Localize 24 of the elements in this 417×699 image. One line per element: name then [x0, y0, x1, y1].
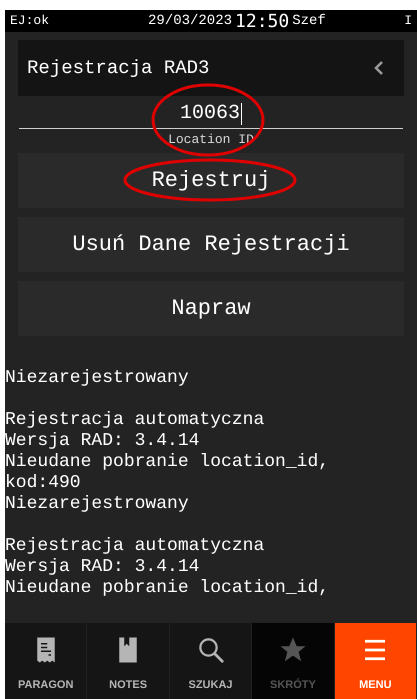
action-button[interactable]: Napraw: [18, 280, 404, 336]
nav-tab[interactable]: PARAGON: [5, 623, 88, 699]
log-line: Nieudane pobranie location_id,: [5, 578, 330, 598]
nav-tab[interactable]: NOTES: [87, 623, 170, 699]
date-text: 29/03/2023: [148, 12, 232, 30]
log-line: Wersja RAD: 3.4.14: [5, 430, 200, 452]
log-line: Niezarejestrowany: [5, 494, 190, 514]
status-text: I: [404, 12, 412, 30]
status-text: EJ:ok: [10, 12, 50, 30]
log-line: Rejestracja automatyczna: [5, 410, 266, 430]
log-line: Wersja RAD: 3.4.14: [5, 556, 200, 578]
user-text: Szef: [292, 12, 326, 30]
log-line: Nieudane pobranie location_id,: [5, 452, 330, 472]
log-line: Rejestracja automatyczna: [5, 536, 266, 556]
field-value: 10063: [180, 102, 242, 124]
clock-text: 12:50: [235, 10, 290, 34]
log-line: kod:490: [5, 472, 82, 494]
log-line: Niezarejestrowany: [5, 368, 190, 388]
action-button[interactable]: Usuń Dane Rejestracji: [18, 216, 404, 272]
nav-tab[interactable]: SZUKAJ: [170, 623, 252, 699]
location-id-field[interactable]: 10063: [19, 99, 403, 129]
action-button[interactable]: Rejestruj: [18, 152, 404, 208]
header-title: Rejestracja RAD3: [27, 56, 210, 81]
back-chevron-icon[interactable]: [374, 61, 383, 75]
